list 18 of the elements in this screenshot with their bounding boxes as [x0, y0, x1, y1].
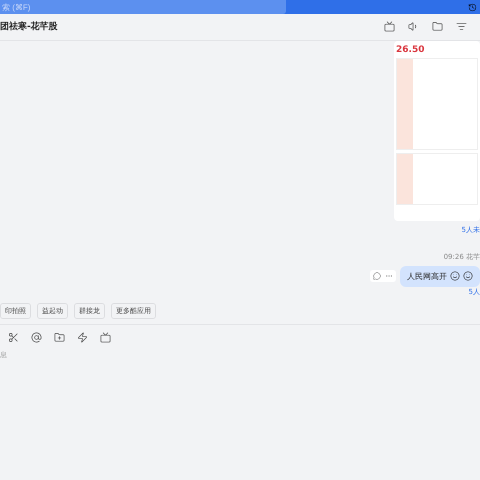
folder-icon[interactable]	[432, 21, 443, 32]
stock-app-screenshot[interactable]: 26.50	[394, 40, 480, 221]
message-actions[interactable]	[370, 270, 396, 282]
stock-price: 26.50	[396, 44, 426, 55]
emoji-icon[interactable]	[450, 271, 460, 282]
folder-plus-icon[interactable]	[54, 332, 65, 343]
lightning-icon[interactable]	[77, 332, 88, 343]
tv-icon[interactable]	[100, 332, 111, 343]
chat-title: 团祛寒-花芊股	[0, 20, 58, 34]
reply-icon[interactable]	[373, 272, 381, 280]
mention-icon[interactable]	[31, 332, 42, 343]
scissors-icon[interactable]	[8, 332, 19, 343]
message-text: 人民网高开	[407, 270, 447, 282]
speaker-icon[interactable]	[408, 21, 419, 32]
emoji-icon[interactable]	[463, 271, 473, 282]
history-icon[interactable]	[468, 2, 477, 12]
search-field[interactable]: 索 (⌘F)	[0, 0, 286, 14]
tv-icon[interactable]	[384, 21, 395, 32]
